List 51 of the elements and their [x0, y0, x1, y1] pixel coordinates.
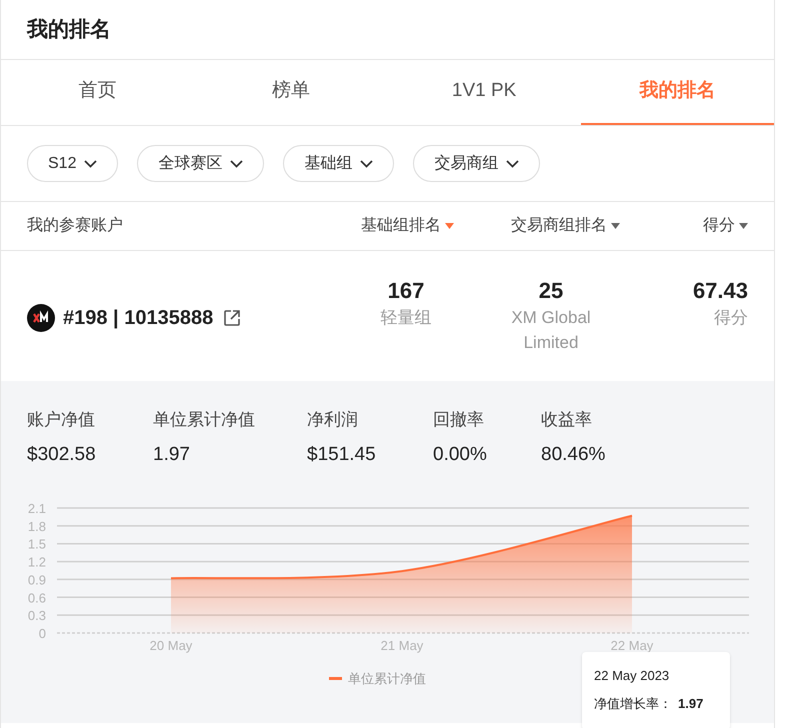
stat-label: 收益率 [541, 409, 593, 431]
stat-label: 账户净值 [27, 409, 96, 431]
y-tick-label: 0.6 [28, 590, 46, 606]
broker-logo-icon [27, 304, 55, 332]
filter-dropdown[interactable]: 基础组 [283, 145, 394, 182]
y-tick-label: 2.1 [28, 501, 46, 516]
chevron-down-icon [230, 160, 244, 168]
stat-value: $302.58 [27, 442, 97, 466]
y-tick-label: 0.9 [28, 572, 46, 588]
sort-header[interactable]: 得分 [620, 214, 748, 238]
filter-dropdown[interactable]: 交易商组 [413, 145, 540, 182]
tab[interactable]: 榜单 [194, 60, 388, 125]
chevron-down-icon [360, 160, 374, 168]
rank-label: 得分 [714, 307, 748, 329]
y-tick-label: 1.2 [28, 554, 46, 570]
stat-label: 回撤率 [433, 409, 485, 431]
stat-value: 80.46% [541, 442, 606, 466]
stat-label: 净利润 [307, 409, 359, 431]
rank-value: 67.43 [692, 277, 748, 305]
y-tick-label: 0 [38, 626, 46, 641]
chevron-down-icon [506, 160, 520, 168]
tooltip-value: 1.97 [678, 694, 704, 712]
stat-value: 1.97 [153, 442, 191, 466]
y-tick-label: 1.5 [28, 536, 46, 552]
y-tick-label: 0.3 [28, 608, 46, 624]
rank-label: 轻量组 [380, 307, 432, 329]
rank-value: 167 [388, 277, 424, 305]
rank-label: XM Global Limited [510, 307, 592, 354]
sort-header[interactable]: 交易商组排名 [454, 214, 620, 238]
tooltip-label: 净值增长率： [594, 694, 672, 712]
x-tick-label: 22 May [610, 638, 654, 653]
legend-label: 单位累计净值 [348, 670, 426, 688]
legend-swatch [329, 677, 342, 680]
sort-header[interactable]: 基础组排名 [350, 214, 454, 238]
tooltip-date: 22 May 2023 [594, 667, 670, 685]
filter-dropdown[interactable]: S12 [27, 145, 118, 182]
external-link-icon[interactable] [223, 309, 242, 327]
x-tick-label: 21 May [380, 638, 424, 653]
tab[interactable]: 首页 [1, 60, 194, 125]
column-header: 我的参赛账户 [27, 216, 124, 236]
stat-value: 0.00% [433, 442, 488, 466]
y-tick-label: 1.8 [28, 518, 46, 534]
tab[interactable]: 1V1 PK [388, 60, 581, 125]
page-title: 我的排名 [1, 0, 774, 60]
rank-value: 25 [538, 277, 564, 305]
stat-label: 单位累计净值 [153, 409, 256, 431]
chevron-down-icon [84, 160, 98, 168]
x-tick-label: 20 May [150, 638, 192, 653]
account-id: #198 | 10135888 [63, 306, 214, 331]
stat-value: $151.45 [307, 442, 377, 466]
filter-dropdown[interactable]: 全球赛区 [137, 145, 264, 182]
